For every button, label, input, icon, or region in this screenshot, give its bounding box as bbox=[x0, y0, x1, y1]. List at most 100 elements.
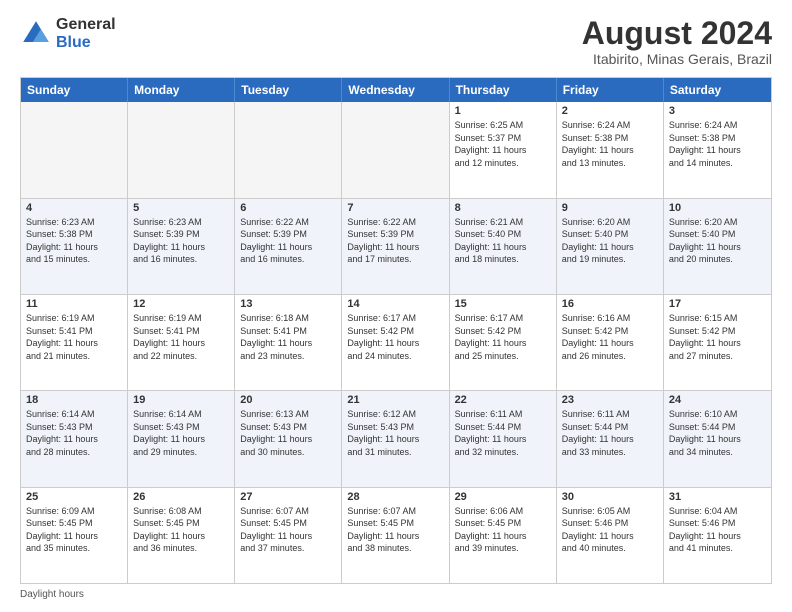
calendar-cell: 22 Sunrise: 6:11 AM Sunset: 5:44 PM Dayli… bbox=[450, 391, 557, 486]
day-number: 1 bbox=[455, 105, 551, 117]
day-info: Sunrise: 6:22 AM Sunset: 5:39 PM Dayligh… bbox=[347, 216, 443, 266]
day-number: 19 bbox=[133, 394, 229, 406]
day-info: Sunrise: 6:12 AM Sunset: 5:43 PM Dayligh… bbox=[347, 408, 443, 458]
day-number: 10 bbox=[669, 202, 766, 214]
calendar-cell: 21 Sunrise: 6:12 AM Sunset: 5:43 PM Dayli… bbox=[342, 391, 449, 486]
day-number: 30 bbox=[562, 491, 658, 503]
calendar-header-cell: Wednesday bbox=[342, 78, 449, 102]
calendar-cell: 29 Sunrise: 6:06 AM Sunset: 5:45 PM Dayli… bbox=[450, 488, 557, 583]
calendar-header-cell: Friday bbox=[557, 78, 664, 102]
day-number: 15 bbox=[455, 298, 551, 310]
day-number: 29 bbox=[455, 491, 551, 503]
calendar-header-cell: Thursday bbox=[450, 78, 557, 102]
logo-icon bbox=[20, 18, 52, 50]
day-number: 23 bbox=[562, 394, 658, 406]
calendar-cell: 12 Sunrise: 6:19 AM Sunset: 5:41 PM Dayli… bbox=[128, 295, 235, 390]
calendar: SundayMondayTuesdayWednesdayThursdayFrid… bbox=[20, 77, 772, 584]
day-number: 22 bbox=[455, 394, 551, 406]
day-info: Sunrise: 6:21 AM Sunset: 5:40 PM Dayligh… bbox=[455, 216, 551, 266]
calendar-cell bbox=[342, 102, 449, 197]
day-number: 31 bbox=[669, 491, 766, 503]
calendar-cell: 16 Sunrise: 6:16 AM Sunset: 5:42 PM Dayli… bbox=[557, 295, 664, 390]
day-info: Sunrise: 6:20 AM Sunset: 5:40 PM Dayligh… bbox=[562, 216, 658, 266]
day-info: Sunrise: 6:15 AM Sunset: 5:42 PM Dayligh… bbox=[669, 312, 766, 362]
calendar-cell: 4Sunrise: 6:23 AM Sunset: 5:38 PM Daylig… bbox=[21, 199, 128, 294]
day-info: Sunrise: 6:14 AM Sunset: 5:43 PM Dayligh… bbox=[133, 408, 229, 458]
page: General Blue August 2024 Itabirito, Mina… bbox=[0, 0, 792, 612]
day-info: Sunrise: 6:06 AM Sunset: 5:45 PM Dayligh… bbox=[455, 505, 551, 555]
day-number: 14 bbox=[347, 298, 443, 310]
day-number: 21 bbox=[347, 394, 443, 406]
calendar-cell: 6 Sunrise: 6:22 AM Sunset: 5:39 PM Daylig… bbox=[235, 199, 342, 294]
calendar-cell: 3Sunrise: 6:24 AM Sunset: 5:38 PM Daylig… bbox=[664, 102, 771, 197]
calendar-cell: 5 Sunrise: 6:23 AM Sunset: 5:39 PM Daylig… bbox=[128, 199, 235, 294]
calendar-cell: 10 Sunrise: 6:20 AM Sunset: 5:40 PM Dayli… bbox=[664, 199, 771, 294]
day-info: Sunrise: 6:14 AM Sunset: 5:43 PM Dayligh… bbox=[26, 408, 122, 458]
day-number: 13 bbox=[240, 298, 336, 310]
day-info: Sunrise: 6:24 AM Sunset: 5:38 PM Dayligh… bbox=[562, 119, 658, 169]
day-info: Sunrise: 6:11 AM Sunset: 5:44 PM Dayligh… bbox=[455, 408, 551, 458]
day-number: 7 bbox=[347, 202, 443, 214]
calendar-row: 25 Sunrise: 6:09 AM Sunset: 5:45 PM Dayli… bbox=[21, 488, 771, 583]
subtitle: Itabirito, Minas Gerais, Brazil bbox=[582, 51, 772, 67]
day-number: 8 bbox=[455, 202, 551, 214]
day-number: 25 bbox=[26, 491, 122, 503]
day-number: 17 bbox=[669, 298, 766, 310]
day-info: Sunrise: 6:19 AM Sunset: 5:41 PM Dayligh… bbox=[133, 312, 229, 362]
calendar-cell bbox=[128, 102, 235, 197]
header: General Blue August 2024 Itabirito, Mina… bbox=[20, 16, 772, 67]
calendar-header: SundayMondayTuesdayWednesdayThursdayFrid… bbox=[21, 78, 771, 102]
day-info: Sunrise: 6:17 AM Sunset: 5:42 PM Dayligh… bbox=[347, 312, 443, 362]
day-info: Sunrise: 6:22 AM Sunset: 5:39 PM Dayligh… bbox=[240, 216, 336, 266]
calendar-cell: 18 Sunrise: 6:14 AM Sunset: 5:43 PM Dayli… bbox=[21, 391, 128, 486]
calendar-cell: 8 Sunrise: 6:21 AM Sunset: 5:40 PM Daylig… bbox=[450, 199, 557, 294]
calendar-cell: 15Sunrise: 6:17 AM Sunset: 5:42 PM Dayli… bbox=[450, 295, 557, 390]
day-info: Sunrise: 6:07 AM Sunset: 5:45 PM Dayligh… bbox=[240, 505, 336, 555]
day-info: Sunrise: 6:23 AM Sunset: 5:39 PM Dayligh… bbox=[133, 216, 229, 266]
calendar-cell: 23 Sunrise: 6:11 AM Sunset: 5:44 PM Dayli… bbox=[557, 391, 664, 486]
calendar-cell: 17 Sunrise: 6:15 AM Sunset: 5:42 PM Dayli… bbox=[664, 295, 771, 390]
calendar-cell: 19 Sunrise: 6:14 AM Sunset: 5:43 PM Dayli… bbox=[128, 391, 235, 486]
day-number: 5 bbox=[133, 202, 229, 214]
day-info: Sunrise: 6:09 AM Sunset: 5:45 PM Dayligh… bbox=[26, 505, 122, 555]
calendar-row: 4Sunrise: 6:23 AM Sunset: 5:38 PM Daylig… bbox=[21, 199, 771, 295]
calendar-row: 11Sunrise: 6:19 AM Sunset: 5:41 PM Dayli… bbox=[21, 295, 771, 391]
day-info: Sunrise: 6:18 AM Sunset: 5:41 PM Dayligh… bbox=[240, 312, 336, 362]
day-number: 24 bbox=[669, 394, 766, 406]
day-number: 12 bbox=[133, 298, 229, 310]
day-info: Sunrise: 6:20 AM Sunset: 5:40 PM Dayligh… bbox=[669, 216, 766, 266]
day-info: Sunrise: 6:25 AM Sunset: 5:37 PM Dayligh… bbox=[455, 119, 551, 169]
main-title: August 2024 bbox=[582, 16, 772, 51]
calendar-cell: 25 Sunrise: 6:09 AM Sunset: 5:45 PM Dayli… bbox=[21, 488, 128, 583]
calendar-cell: 30 Sunrise: 6:05 AM Sunset: 5:46 PM Dayli… bbox=[557, 488, 664, 583]
calendar-row: 18 Sunrise: 6:14 AM Sunset: 5:43 PM Dayli… bbox=[21, 391, 771, 487]
day-info: Sunrise: 6:04 AM Sunset: 5:46 PM Dayligh… bbox=[669, 505, 766, 555]
footer-note: Daylight hours bbox=[20, 589, 772, 600]
day-number: 9 bbox=[562, 202, 658, 214]
day-info: Sunrise: 6:10 AM Sunset: 5:44 PM Dayligh… bbox=[669, 408, 766, 458]
day-number: 16 bbox=[562, 298, 658, 310]
day-info: Sunrise: 6:11 AM Sunset: 5:44 PM Dayligh… bbox=[562, 408, 658, 458]
calendar-cell: 24 Sunrise: 6:10 AM Sunset: 5:44 PM Dayli… bbox=[664, 391, 771, 486]
calendar-cell: 14 Sunrise: 6:17 AM Sunset: 5:42 PM Dayli… bbox=[342, 295, 449, 390]
day-info: Sunrise: 6:08 AM Sunset: 5:45 PM Dayligh… bbox=[133, 505, 229, 555]
calendar-header-cell: Tuesday bbox=[235, 78, 342, 102]
day-number: 6 bbox=[240, 202, 336, 214]
day-number: 18 bbox=[26, 394, 122, 406]
calendar-header-cell: Sunday bbox=[21, 78, 128, 102]
day-number: 26 bbox=[133, 491, 229, 503]
calendar-cell: 27 Sunrise: 6:07 AM Sunset: 5:45 PM Dayli… bbox=[235, 488, 342, 583]
day-info: Sunrise: 6:19 AM Sunset: 5:41 PM Dayligh… bbox=[26, 312, 122, 362]
day-number: 20 bbox=[240, 394, 336, 406]
day-info: Sunrise: 6:16 AM Sunset: 5:42 PM Dayligh… bbox=[562, 312, 658, 362]
calendar-header-cell: Saturday bbox=[664, 78, 771, 102]
calendar-cell: 26 Sunrise: 6:08 AM Sunset: 5:45 PM Dayli… bbox=[128, 488, 235, 583]
calendar-cell: 20Sunrise: 6:13 AM Sunset: 5:43 PM Dayli… bbox=[235, 391, 342, 486]
calendar-row: 1 Sunrise: 6:25 AM Sunset: 5:37 PM Daylig… bbox=[21, 102, 771, 198]
calendar-cell: 7 Sunrise: 6:22 AM Sunset: 5:39 PM Daylig… bbox=[342, 199, 449, 294]
day-number: 4 bbox=[26, 202, 122, 214]
day-number: 27 bbox=[240, 491, 336, 503]
logo-general: General bbox=[56, 16, 116, 34]
day-info: Sunrise: 6:05 AM Sunset: 5:46 PM Dayligh… bbox=[562, 505, 658, 555]
calendar-cell: 31 Sunrise: 6:04 AM Sunset: 5:46 PM Dayli… bbox=[664, 488, 771, 583]
